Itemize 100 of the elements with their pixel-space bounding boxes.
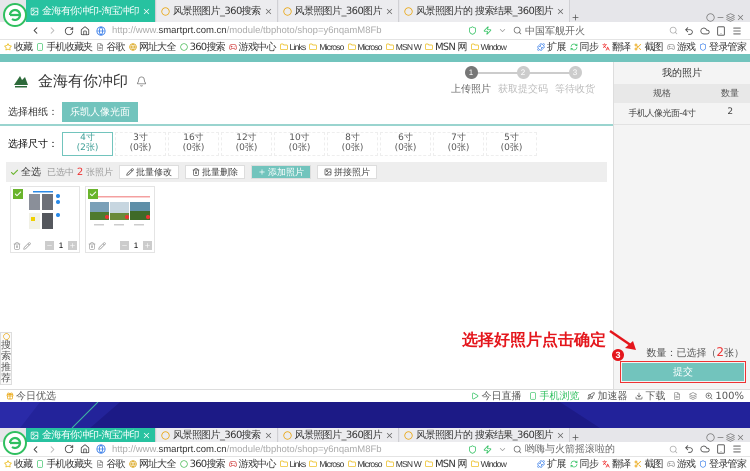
browser-tab[interactable]: 风景照图片_360图片 bbox=[278, 0, 400, 22]
size-option[interactable]: 8寸 (0张) bbox=[327, 132, 378, 156]
toolbar-button[interactable]: 批量修改 bbox=[119, 165, 180, 179]
status-item[interactable]: 下载 bbox=[635, 389, 666, 403]
bookmark[interactable]: Microso bbox=[348, 42, 382, 52]
close-icon bbox=[142, 6, 152, 16]
decrease-button[interactable] bbox=[120, 241, 129, 250]
toolbar-button[interactable]: 截图 bbox=[634, 457, 663, 471]
toolbar-button[interactable]: 游戏 bbox=[666, 457, 696, 471]
toolbar-button[interactable]: 截图 bbox=[634, 40, 663, 54]
browser-logo-icon[interactable] bbox=[3, 431, 27, 455]
increase-button[interactable] bbox=[68, 241, 77, 250]
browser-tab[interactable]: 风景照图片的 搜索结果_360图片 bbox=[400, 0, 570, 22]
address-field[interactable]: http://www.smartprt.com.cn/module/tbphoto/shop=y6nqamM8Fb bbox=[112, 25, 462, 36]
bookmark[interactable]: MSN W bbox=[386, 42, 421, 52]
browser-tab[interactable]: 风景照图片_360搜索 bbox=[157, 428, 278, 442]
zoom-level[interactable]: 100% bbox=[705, 390, 744, 402]
bookmark[interactable]: 收藏 bbox=[4, 457, 32, 471]
toolbar-button[interactable]: 扩展 bbox=[537, 40, 566, 54]
bookmark[interactable]: 谷歌 bbox=[96, 40, 125, 54]
browser-logo-icon[interactable] bbox=[3, 3, 27, 27]
bookmark[interactable]: 手机收藏夹 bbox=[36, 457, 92, 471]
browser-tab[interactable]: 风景照图片_360图片 bbox=[278, 428, 400, 442]
toolbar-button[interactable]: 拼接照片 bbox=[317, 165, 378, 179]
toolbar-button[interactable]: 登录管家 bbox=[699, 40, 746, 54]
gift-icon bbox=[6, 392, 14, 400]
page-icon bbox=[96, 43, 104, 51]
toolbar-button[interactable]: 扩展 bbox=[537, 457, 566, 471]
ring-icon bbox=[180, 460, 188, 468]
search-field[interactable]: 哟嗨与火箭摇滚啦的 bbox=[513, 442, 663, 456]
bookmark[interactable]: Window bbox=[470, 459, 506, 469]
side-widget[interactable]: 搜索推荐 bbox=[0, 332, 12, 385]
browser-tab[interactable]: 风景照图片_360搜索 bbox=[157, 0, 278, 22]
toolbar-button[interactable]: 登录管家 bbox=[699, 457, 746, 471]
bookmark[interactable]: MSN 网 bbox=[424, 457, 467, 471]
quantity-field[interactable]: 1 bbox=[131, 241, 141, 250]
plus-icon bbox=[69, 242, 76, 249]
bookmark[interactable]: 网址大全 bbox=[128, 457, 176, 471]
toolbar-button[interactable]: 批量删除 bbox=[185, 165, 246, 179]
bookmark[interactable]: 360搜索 bbox=[180, 40, 225, 54]
bookmark[interactable]: 手机收藏夹 bbox=[36, 40, 92, 54]
bookmark[interactable]: Links bbox=[280, 42, 306, 52]
scissors-icon bbox=[634, 460, 642, 468]
puzzle-icon bbox=[537, 43, 546, 51]
size-option[interactable]: 7寸 (0张) bbox=[433, 132, 484, 156]
decrease-button[interactable] bbox=[45, 241, 54, 250]
size-option[interactable]: 5寸 (0张) bbox=[486, 132, 537, 156]
size-option[interactable]: 6寸 (0张) bbox=[380, 132, 431, 156]
photo-card[interactable]: 1 bbox=[85, 186, 155, 253]
bookmark[interactable]: 游戏中心 bbox=[228, 457, 276, 471]
status-item[interactable]: 加速器 bbox=[587, 389, 628, 403]
caret-icon bbox=[498, 26, 507, 35]
bookmark[interactable]: Microso bbox=[309, 42, 344, 52]
photo-checkbox[interactable] bbox=[13, 189, 23, 199]
bookmark[interactable]: Links bbox=[280, 459, 306, 469]
bookmark[interactable]: Window bbox=[470, 42, 506, 52]
status-item[interactable]: 今日直播 bbox=[471, 389, 522, 403]
bookmark[interactable]: Microso bbox=[348, 459, 382, 469]
check-icon bbox=[89, 190, 97, 198]
shield-icon bbox=[468, 26, 477, 35]
bookmark[interactable]: 网址大全 bbox=[128, 40, 176, 54]
bookmark[interactable]: MSN W bbox=[386, 459, 421, 469]
folder-icon bbox=[280, 460, 288, 468]
bookmark[interactable]: 谷歌 bbox=[96, 457, 125, 471]
address-field[interactable]: http://www.smartprt.com.cn/module/tbphoto/shop=y6nqamM8Fb bbox=[112, 444, 462, 454]
size-option[interactable]: 16寸 (0张) bbox=[168, 132, 219, 156]
menu-icon bbox=[732, 26, 742, 36]
size-option[interactable]: 10寸 (0张) bbox=[274, 132, 325, 156]
toolbar-button[interactable]: 翻译 bbox=[602, 457, 630, 471]
increase-button[interactable] bbox=[143, 241, 152, 250]
download-icon bbox=[635, 392, 644, 400]
size-option[interactable]: 3寸 (0张) bbox=[115, 132, 166, 156]
star-icon bbox=[4, 460, 12, 468]
toolbar-button[interactable]: 游戏 bbox=[666, 40, 696, 54]
photo-card[interactable]: 1 bbox=[10, 186, 80, 253]
sync-icon bbox=[570, 43, 578, 51]
browser-tab[interactable]: 风景照图片的 搜索结果_360图片 bbox=[400, 428, 570, 442]
reload-icon bbox=[64, 26, 74, 36]
status-item[interactable]: 今日优选 bbox=[6, 389, 56, 403]
new-tab-icon bbox=[571, 433, 580, 442]
circle-icon bbox=[706, 433, 715, 442]
puzzle-icon bbox=[537, 460, 546, 468]
bookmark[interactable]: MSN 网 bbox=[424, 40, 467, 54]
toolbar-button[interactable]: 同步 bbox=[570, 457, 598, 471]
close-icon bbox=[556, 430, 566, 440]
bookmark[interactable]: 360搜索 bbox=[180, 457, 225, 471]
close-icon bbox=[736, 13, 745, 22]
select-all-checkbox[interactable]: 全选 bbox=[10, 165, 41, 179]
search-field[interactable]: 中国军舰开火 bbox=[513, 24, 663, 37]
folder-icon bbox=[424, 43, 433, 51]
restore-icon bbox=[726, 433, 735, 442]
toolbar-button[interactable]: 翻译 bbox=[602, 40, 630, 54]
quantity-field[interactable]: 1 bbox=[56, 241, 66, 250]
menu-icon bbox=[732, 444, 742, 454]
toolbar-button[interactable]: 同步 bbox=[570, 40, 598, 54]
size-option[interactable]: 12寸 (0张) bbox=[221, 132, 272, 156]
bookmark[interactable]: 收藏 bbox=[4, 40, 32, 54]
photo-checkbox[interactable] bbox=[88, 189, 98, 199]
bookmark[interactable]: Microso bbox=[309, 459, 344, 469]
bookmark[interactable]: 游戏中心 bbox=[228, 40, 276, 54]
